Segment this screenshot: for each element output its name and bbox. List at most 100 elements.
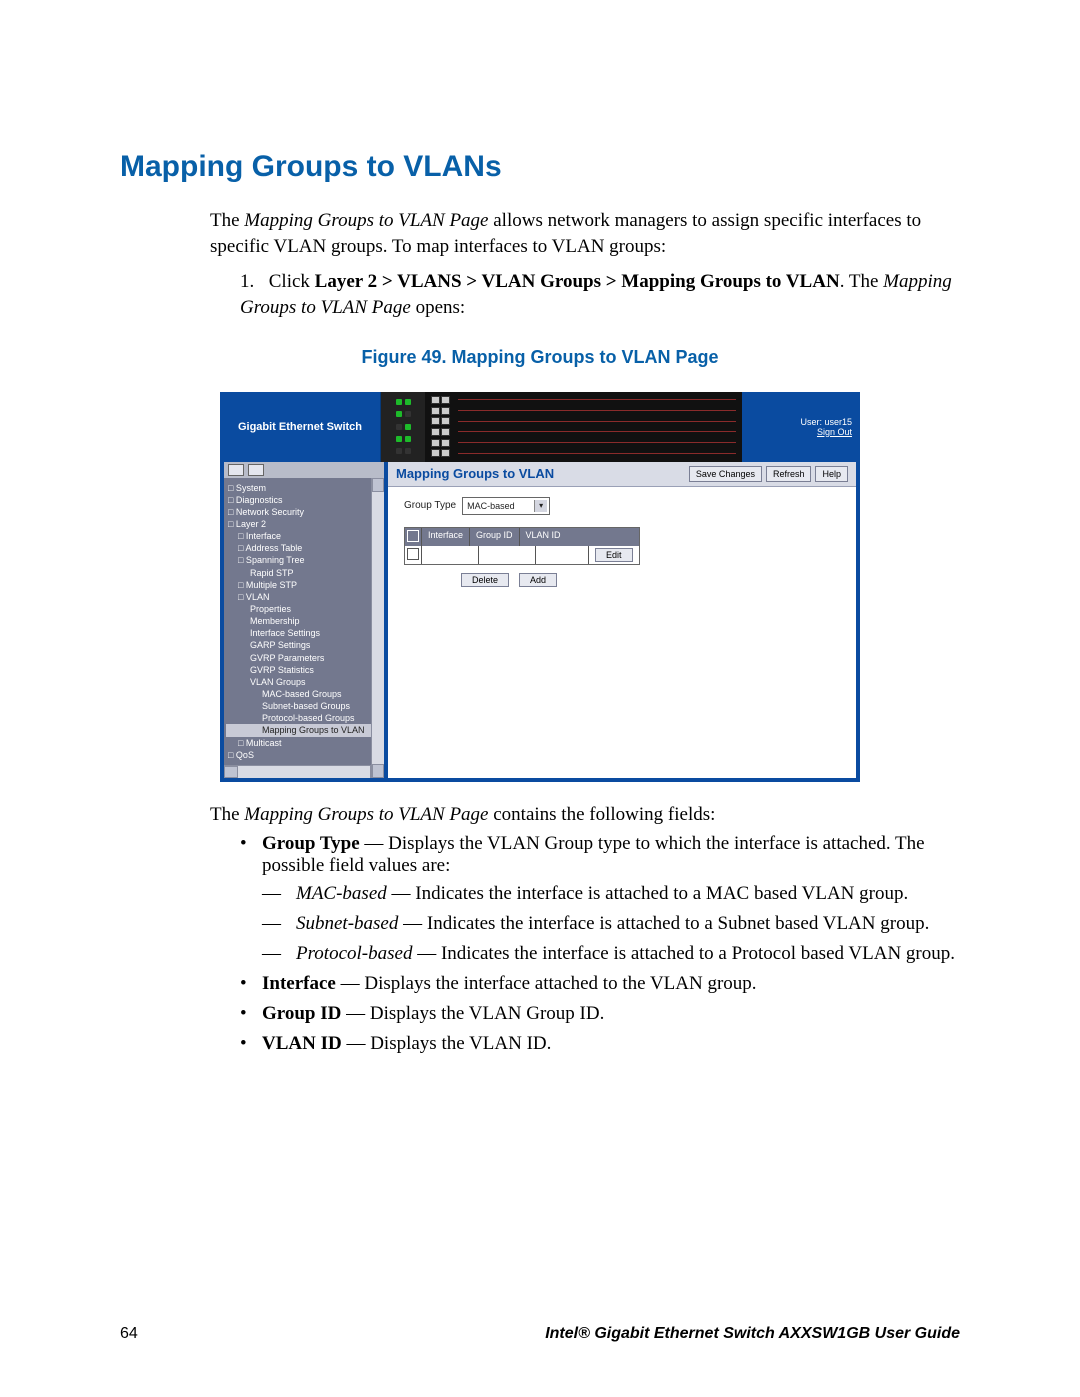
cell-vlan-id bbox=[536, 546, 589, 564]
value-label: Subnet-based bbox=[296, 913, 398, 934]
cell-group-id bbox=[479, 546, 536, 564]
value-protocol-based: Protocol-based — Indicates the interface… bbox=[262, 943, 960, 965]
nav-item[interactable]: Rapid STP bbox=[226, 567, 382, 579]
page-title: Mapping Groups to VLAN bbox=[396, 466, 554, 481]
text: opens: bbox=[411, 297, 465, 318]
field-label: Interface bbox=[262, 973, 336, 994]
nav-item[interactable]: GVRP Parameters bbox=[226, 652, 382, 664]
text: Click bbox=[269, 271, 315, 292]
field-label: VLAN ID bbox=[262, 1033, 342, 1054]
led-panel bbox=[381, 392, 425, 462]
group-type-label: Group Type bbox=[404, 500, 456, 511]
help-button[interactable]: Help bbox=[815, 466, 848, 482]
field-label: Group Type bbox=[262, 833, 360, 854]
nav-item[interactable]: Membership bbox=[226, 615, 382, 627]
screenshot-figure: Gigabit Ethernet Switch User: user15 Sig… bbox=[220, 392, 860, 782]
field-desc: — Displays the VLAN ID. bbox=[342, 1033, 552, 1054]
nav-tree[interactable]: □ System□ Diagnostics□ Network Security□… bbox=[224, 478, 384, 765]
nav-item[interactable]: Properties bbox=[226, 603, 382, 615]
nav-item[interactable]: □ Diagnostics bbox=[226, 494, 382, 506]
delete-button[interactable]: Delete bbox=[461, 573, 509, 587]
nav-item[interactable]: □ QoS bbox=[226, 749, 382, 761]
step-1: 1. Click Layer 2 > VLANS > VLAN Groups >… bbox=[240, 269, 960, 320]
nav-item[interactable]: VLAN Groups bbox=[226, 676, 382, 688]
nav-item[interactable]: □ VLAN bbox=[226, 591, 382, 603]
text: contains the following fields: bbox=[488, 804, 715, 825]
cell-interface bbox=[422, 546, 479, 564]
port-panel bbox=[425, 392, 742, 462]
nav-item[interactable]: MAC-based Groups bbox=[226, 688, 382, 700]
scrollbar-horizontal[interactable] bbox=[224, 765, 384, 778]
nav-tool-button[interactable] bbox=[228, 464, 244, 476]
mapping-table: Interface Group ID VLAN ID Edit bbox=[404, 527, 640, 565]
app-header: Gigabit Ethernet Switch User: user15 Sig… bbox=[220, 392, 860, 462]
nav-item[interactable]: □ Address Table bbox=[226, 542, 382, 554]
field-group-type: Group Type — Displays the VLAN Group typ… bbox=[240, 833, 960, 965]
value-desc: — Indicates the interface is attached to… bbox=[398, 913, 929, 934]
scroll-up-arrow-icon[interactable] bbox=[372, 478, 384, 492]
col-checkbox[interactable] bbox=[405, 528, 422, 546]
nav-path-bold: Layer 2 > VLANS > VLAN Groups > Mapping … bbox=[315, 271, 840, 292]
value-desc: — Indicates the interface is attached to… bbox=[412, 943, 955, 964]
nav-item[interactable]: □ Spanning Tree bbox=[226, 554, 382, 566]
figure-caption: Figure 49. Mapping Groups to VLAN Page bbox=[120, 347, 960, 368]
col-vlan-id: VLAN ID bbox=[520, 528, 567, 546]
text: The bbox=[210, 804, 244, 825]
content-body: Group Type MAC-based ▾ Interface Group I… bbox=[388, 487, 856, 597]
nav-item[interactable]: □ Multicast bbox=[226, 737, 382, 749]
field-label: Group ID bbox=[262, 1003, 341, 1024]
col-interface: Interface bbox=[422, 528, 470, 546]
page-name-em: Mapping Groups to VLAN Page bbox=[244, 804, 488, 825]
text: The bbox=[210, 210, 244, 231]
sub-list: MAC-based — Indicates the interface is a… bbox=[262, 883, 960, 965]
value-mac-based: MAC-based — Indicates the interface is a… bbox=[262, 883, 960, 905]
nav-item[interactable]: □ Layer 2 bbox=[226, 518, 382, 530]
field-group-id: Group ID — Displays the VLAN Group ID. bbox=[240, 1003, 960, 1025]
field-interface: Interface — Displays the interface attac… bbox=[240, 973, 960, 995]
chevron-down-icon: ▾ bbox=[534, 500, 547, 512]
nav-item[interactable]: □ System bbox=[226, 482, 382, 494]
value-subnet-based: Subnet-based — Indicates the interface i… bbox=[262, 913, 960, 935]
group-type-select[interactable]: MAC-based ▾ bbox=[462, 497, 550, 515]
field-vlan-id: VLAN ID — Displays the VLAN ID. bbox=[240, 1033, 960, 1055]
save-changes-button[interactable]: Save Changes bbox=[689, 466, 762, 482]
text: . The bbox=[840, 271, 883, 292]
content-panel: Mapping Groups to VLAN Save Changes Refr… bbox=[388, 462, 856, 778]
nav-item[interactable]: Mapping Groups to VLAN bbox=[226, 724, 382, 736]
nav-item[interactable]: □ Multiple STP bbox=[226, 579, 382, 591]
nav-item[interactable]: GVRP Statistics bbox=[226, 664, 382, 676]
user-box: User: user15 Sign Out bbox=[742, 392, 860, 462]
nav-item[interactable]: GARP Settings bbox=[226, 639, 382, 651]
edit-button[interactable]: Edit bbox=[595, 548, 633, 562]
page-name-em: Mapping Groups to VLAN Page bbox=[244, 210, 488, 231]
page-footer: 64 Intel® Gigabit Ethernet Switch AXXSW1… bbox=[120, 1325, 960, 1343]
add-button[interactable]: Add bbox=[519, 573, 557, 587]
nav-item[interactable]: Subnet-based Groups bbox=[226, 700, 382, 712]
nav-item[interactable]: □ Network Security bbox=[226, 506, 382, 518]
nav-item[interactable]: Interface Settings bbox=[226, 627, 382, 639]
intro-paragraph: The Mapping Groups to VLAN Page allows n… bbox=[210, 208, 960, 259]
scrollbar-vertical[interactable] bbox=[371, 478, 384, 778]
table-header: Interface Group ID VLAN ID bbox=[405, 528, 639, 546]
after-figure-text: The Mapping Groups to VLAN Page contains… bbox=[210, 802, 960, 828]
group-type-value: MAC-based bbox=[467, 501, 515, 511]
nav-item[interactable]: □ Interface bbox=[226, 530, 382, 542]
scroll-left-arrow-icon[interactable] bbox=[224, 766, 238, 778]
col-group-id: Group ID bbox=[470, 528, 520, 546]
sign-out-link[interactable]: Sign Out bbox=[817, 427, 852, 437]
row-checkbox[interactable] bbox=[405, 546, 422, 564]
scroll-down-arrow-icon[interactable] bbox=[372, 764, 384, 778]
field-desc: — Displays the interface attached to the… bbox=[336, 973, 757, 994]
user-label: User: user15 bbox=[800, 417, 852, 427]
field-desc: — Displays the VLAN Group ID. bbox=[341, 1003, 604, 1024]
content-header: Mapping Groups to VLAN Save Changes Refr… bbox=[388, 462, 856, 487]
refresh-button[interactable]: Refresh bbox=[766, 466, 812, 482]
value-label: Protocol-based bbox=[296, 943, 412, 964]
field-desc: — Displays the VLAN Group type to which … bbox=[262, 833, 925, 876]
nav-tool-button[interactable] bbox=[248, 464, 264, 476]
brand-label: Gigabit Ethernet Switch bbox=[220, 392, 381, 462]
section-heading: Mapping Groups to VLANs bbox=[120, 150, 960, 184]
nav-item[interactable]: Protocol-based Groups bbox=[226, 712, 382, 724]
page-number: 64 bbox=[120, 1325, 138, 1343]
nav-panel: □ System□ Diagnostics□ Network Security□… bbox=[224, 462, 384, 778]
